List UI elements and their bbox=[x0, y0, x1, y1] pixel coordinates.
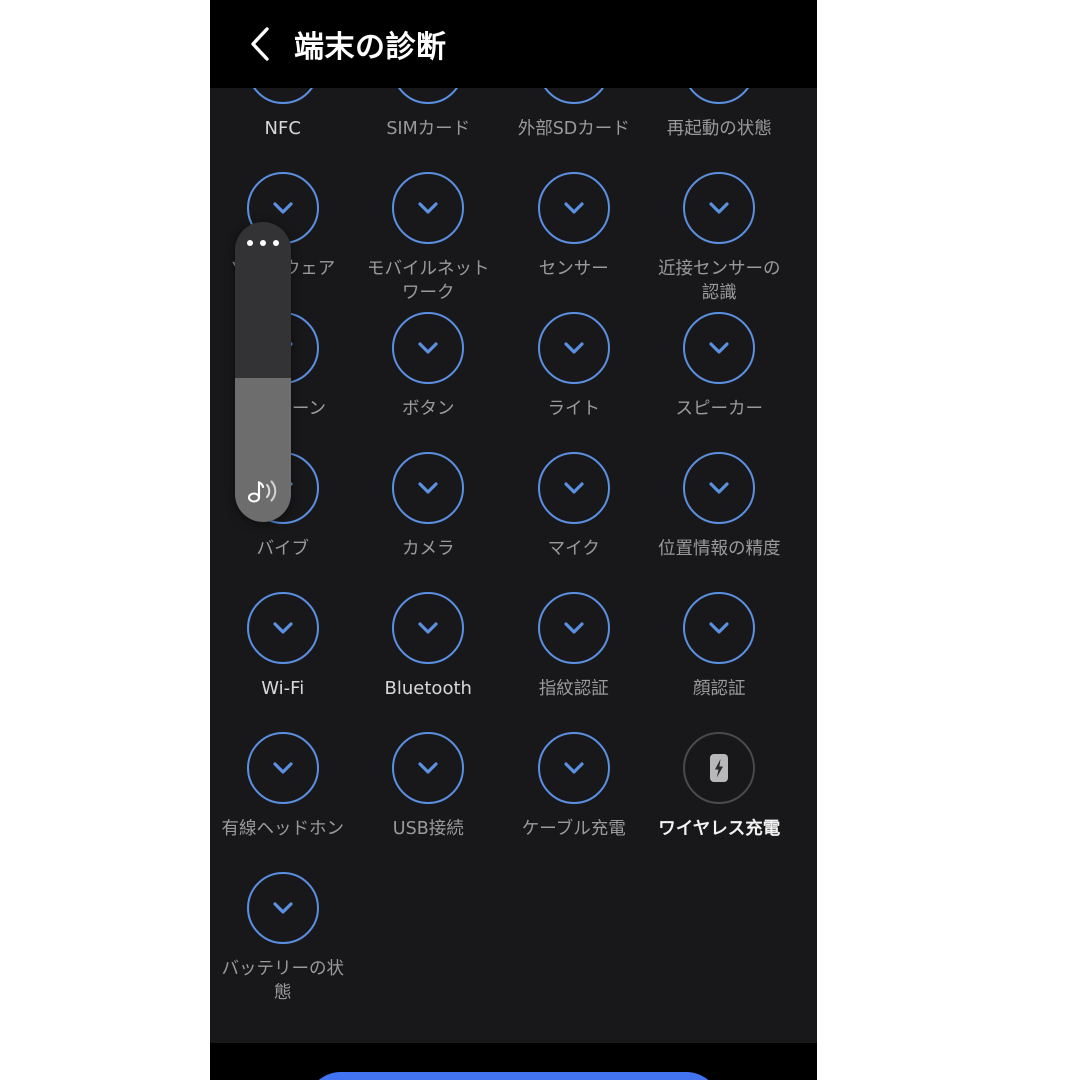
diagnostic-item-label: 位置情報の精度 bbox=[658, 539, 781, 559]
more-dot-3 bbox=[273, 240, 279, 246]
diagnostic-item[interactable]: NFC bbox=[210, 88, 356, 154]
diagnostic-item-label: バイブ bbox=[256, 539, 310, 559]
more-horizontal-icon[interactable] bbox=[235, 240, 291, 246]
diagnostic-status-circle[interactable] bbox=[392, 172, 465, 244]
page-title: 端末の診断 bbox=[294, 30, 447, 65]
diagnostic-item-label: Bluetooth bbox=[384, 678, 472, 699]
diagnostic-item[interactable]: 有線ヘッドホン bbox=[210, 714, 356, 854]
chevron-down-check-icon bbox=[413, 477, 443, 499]
diagnostic-status-circle[interactable] bbox=[683, 452, 756, 524]
diagnostic-status-circle[interactable] bbox=[246, 88, 319, 104]
diagnostic-item[interactable]: カメラ bbox=[356, 434, 502, 574]
diagnostic-item-label: ケーブル充電 bbox=[521, 819, 626, 839]
diagnostic-status-circle[interactable] bbox=[246, 872, 319, 944]
chevron-down-check-icon bbox=[559, 337, 589, 359]
diagnostics-grid: NFCSIMカード外部SDカード再起動の状態ソフトウェアモバイルネットワークセン… bbox=[210, 88, 817, 1003]
diagnostic-item-label: バッテリーの状態 bbox=[221, 959, 345, 1003]
back-button[interactable] bbox=[232, 16, 288, 72]
app-bar: 端末の診断 bbox=[210, 0, 817, 88]
chevron-down-check-icon bbox=[268, 757, 298, 779]
chevron-down-check-icon bbox=[413, 757, 443, 779]
diagnostic-item[interactable]: 位置情報の精度 bbox=[647, 434, 793, 574]
chevron-down-check-icon bbox=[268, 197, 298, 219]
diagnostic-item[interactable]: ボタン bbox=[356, 294, 502, 434]
diagnostic-item[interactable]: 近接センサーの認識 bbox=[647, 154, 793, 303]
chevron-down-check-icon bbox=[704, 337, 734, 359]
music-note-sound-icon[interactable] bbox=[235, 476, 291, 506]
diagnostic-status-circle[interactable] bbox=[537, 732, 610, 804]
chevron-down-check-icon bbox=[268, 897, 298, 919]
diagnostic-item-label: USB接続 bbox=[392, 819, 464, 839]
diagnostic-item[interactable]: 再起動の状態 bbox=[647, 88, 793, 154]
diagnostic-status-circle[interactable] bbox=[537, 592, 610, 664]
chevron-down-check-icon bbox=[413, 197, 443, 219]
diagnostic-status-circle[interactable] bbox=[392, 592, 465, 664]
diagnostic-status-circle[interactable] bbox=[392, 312, 465, 384]
more-dot-2 bbox=[260, 240, 266, 246]
diagnostic-status-circle[interactable] bbox=[392, 732, 465, 804]
diagnostic-item[interactable]: モバイルネットワーク bbox=[356, 154, 502, 303]
diagnostic-status-circle[interactable] bbox=[683, 592, 756, 664]
diagnostic-item[interactable]: 顔認証 bbox=[647, 574, 793, 714]
diagnostic-item[interactable]: Wi-Fi bbox=[210, 574, 356, 714]
diagnostic-item[interactable]: ライト bbox=[501, 294, 647, 434]
diagnostic-item[interactable]: センサー bbox=[501, 154, 647, 294]
diagnostic-item-label: Wi-Fi bbox=[261, 678, 305, 699]
chevron-down-check-icon bbox=[268, 617, 298, 639]
primary-action-button[interactable] bbox=[306, 1072, 721, 1080]
diagnostic-item[interactable]: スピーカー bbox=[647, 294, 793, 434]
chevron-down-check-icon bbox=[413, 617, 443, 639]
diagnostic-item-label: 顔認証 bbox=[693, 679, 746, 699]
diagnostic-item[interactable]: ワイヤレス充電 bbox=[647, 714, 793, 854]
diagnostic-item[interactable]: 外部SDカード bbox=[501, 88, 647, 154]
diagnostic-status-circle[interactable] bbox=[537, 452, 610, 524]
diagnostic-status-circle[interactable] bbox=[537, 312, 610, 384]
diagnostics-content[interactable]: NFCSIMカード外部SDカード再起動の状態ソフトウェアモバイルネットワークセン… bbox=[210, 88, 817, 1043]
diagnostic-item[interactable]: USB接続 bbox=[356, 714, 502, 854]
diagnostic-status-circle[interactable] bbox=[246, 732, 319, 804]
diagnostic-status-circle[interactable] bbox=[246, 592, 319, 664]
chevron-down-check-icon bbox=[559, 477, 589, 499]
diagnostic-item-label: ワイヤレス充電 bbox=[658, 819, 781, 839]
diagnostic-item-label: NFC bbox=[264, 118, 301, 139]
more-dot-1 bbox=[247, 240, 253, 246]
chevron-down-check-icon bbox=[559, 757, 589, 779]
chevron-down-check-icon bbox=[559, 617, 589, 639]
diagnostic-item-label: カメラ bbox=[402, 539, 455, 559]
battery-charging-icon bbox=[704, 749, 734, 787]
chevron-down-check-icon bbox=[413, 337, 443, 359]
diagnostic-item-label: SIMカード bbox=[386, 119, 471, 139]
chevron-left-icon bbox=[247, 24, 273, 64]
diagnostic-item[interactable]: SIMカード bbox=[356, 88, 502, 154]
chevron-down-check-icon bbox=[704, 197, 734, 219]
diagnostic-item[interactable]: 指紋認証 bbox=[501, 574, 647, 714]
diagnostic-status-circle[interactable] bbox=[537, 88, 610, 104]
diagnostic-item[interactable]: ケーブル充電 bbox=[501, 714, 647, 854]
diagnostic-item-label: ライト bbox=[547, 399, 601, 419]
diagnostic-item-label: ボタン bbox=[402, 399, 455, 419]
diagnostic-item-label: 指紋認証 bbox=[538, 679, 609, 699]
volume-slider-overlay[interactable] bbox=[235, 222, 291, 522]
diagnostic-status-circle[interactable] bbox=[683, 172, 756, 244]
chevron-down-check-icon bbox=[704, 617, 734, 639]
phone-screen: 端末の診断 NFCSIMカード外部SDカード再起動の状態ソフトウェアモバイルネッ… bbox=[210, 0, 817, 1080]
diagnostic-item[interactable]: マイク bbox=[501, 434, 647, 574]
diagnostic-status-circle[interactable] bbox=[537, 172, 610, 244]
chevron-down-check-icon bbox=[704, 477, 734, 499]
diagnostic-item-label: 有線ヘッドホン bbox=[221, 819, 345, 839]
diagnostic-item[interactable]: Bluetooth bbox=[356, 574, 502, 714]
diagnostic-status-circle[interactable] bbox=[392, 88, 465, 104]
diagnostic-item[interactable]: バッテリーの状態 bbox=[210, 854, 356, 1003]
diagnostic-status-circle[interactable] bbox=[683, 732, 756, 804]
diagnostic-item-label: マイク bbox=[547, 539, 600, 559]
diagnostic-status-circle[interactable] bbox=[683, 312, 756, 384]
diagnostic-item-label: 外部SDカード bbox=[517, 119, 630, 139]
diagnostic-item-label: センサー bbox=[538, 259, 609, 279]
diagnostic-status-circle[interactable] bbox=[392, 452, 465, 524]
chevron-down-check-icon bbox=[559, 197, 589, 219]
diagnostic-item-label: 再起動の状態 bbox=[666, 119, 772, 139]
diagnostic-item-label: スピーカー bbox=[675, 399, 764, 419]
diagnostic-status-circle[interactable] bbox=[683, 88, 756, 104]
